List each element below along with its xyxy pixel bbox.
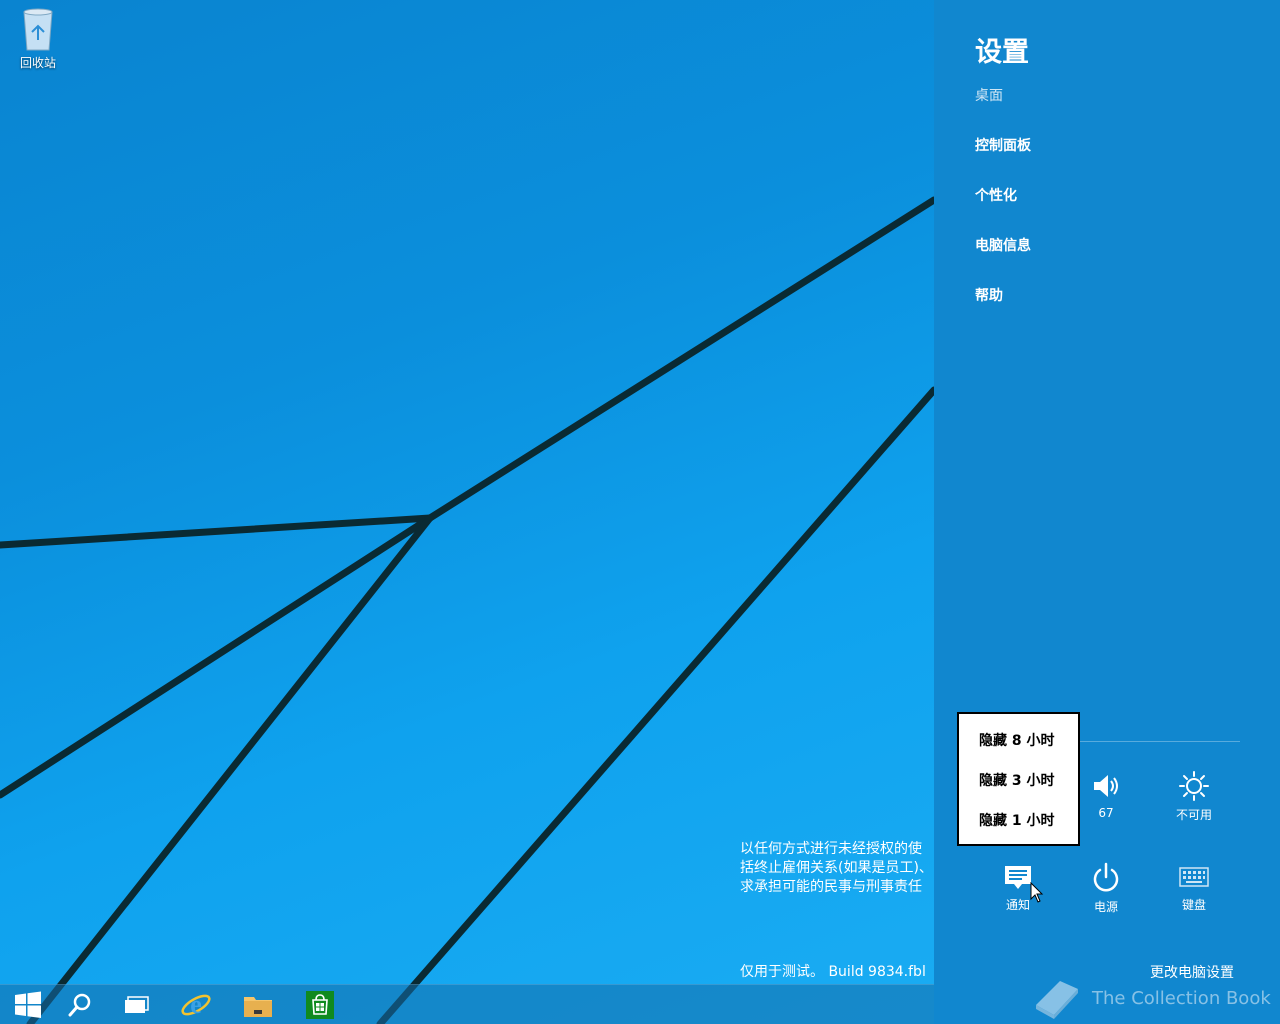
task-view-button[interactable] [108,985,164,1024]
notification-snooze-menu: 隐藏 8 小时 隐藏 3 小时 隐藏 1 小时 [957,712,1080,846]
settings-context: 桌面 [975,88,1003,104]
collection-book-text: The Collection Book [1092,987,1271,1009]
recycle-bin-label: 回收站 [19,56,56,70]
control-panel-link[interactable]: 控制面板 [975,135,1031,155]
collection-book-watermark: The Collection Book [1030,975,1271,1021]
legal-line-3: 求承担可能的民事与刑事责任 [740,879,922,895]
pc-info-link[interactable]: 电脑信息 [975,235,1031,255]
windows-start-icon [15,991,41,1018]
power-label: 电源 [1093,900,1118,914]
keyboard-label: 键盘 [1181,898,1206,912]
snooze-8-hours[interactable]: 隐藏 8 小时 [979,730,1055,750]
mouse-cursor-icon [1030,882,1044,903]
legal-line-2: 括终止雇佣关系(如果是员工)、 [740,860,933,876]
file-explorer-icon [244,997,272,1017]
keyboard-icon [1179,867,1209,887]
store-button[interactable] [292,985,348,1024]
internet-explorer-icon: e [181,990,211,1019]
build-watermark: 仅用于测试。 Build 9834.fbl [740,964,926,980]
speaker-icon [1094,775,1118,797]
snooze-3-hours[interactable]: 隐藏 3 小时 [979,770,1055,790]
book-logo-icon [1036,981,1078,1019]
snooze-1-hour[interactable]: 隐藏 1 小时 [979,810,1055,830]
personalization-link[interactable]: 个性化 [975,185,1017,205]
recycle-bin[interactable]: 回收站 [10,6,66,71]
file-explorer-button[interactable] [230,985,286,1024]
recycle-bin-icon [23,8,53,51]
volume-value: 67 [1098,806,1114,820]
desktop: 回收站 以任何方式进行未经授权的使 括终止雇佣关系(如果是员工)、 求承担可能的… [0,0,934,1024]
brightness-icon [1179,771,1209,801]
search-button[interactable] [52,985,108,1024]
brightness-label: 不可用 [1175,808,1212,822]
taskbar: e [0,984,934,1024]
keyboard-tile[interactable]: 键盘 [1158,862,1230,913]
volume-tile[interactable]: 67 [1070,770,1142,820]
brightness-tile[interactable]: 不可用 [1158,770,1230,823]
help-link[interactable]: 帮助 [975,285,1003,305]
legal-line-1: 以任何方式进行未经授权的使 [740,841,922,857]
power-icon [1093,862,1119,892]
search-icon [68,993,91,1017]
settings-title: 设置 [975,37,1029,68]
svg-text:e: e [190,990,202,1019]
legal-watermark: 以任何方式进行未经授权的使 括终止雇佣关系(如果是员工)、 求承担可能的民事与刑… [740,840,933,897]
power-tile[interactable]: 电源 [1070,862,1142,915]
task-view-icon [125,996,149,1013]
start-button[interactable] [0,985,56,1024]
internet-explorer-button[interactable]: e [168,985,224,1024]
store-icon [306,991,334,1019]
settings-pane: 设置 桌面 控制面板 个性化 电脑信息 帮助 67 不可用 通知 电源 键盘 更… [934,0,1280,1024]
